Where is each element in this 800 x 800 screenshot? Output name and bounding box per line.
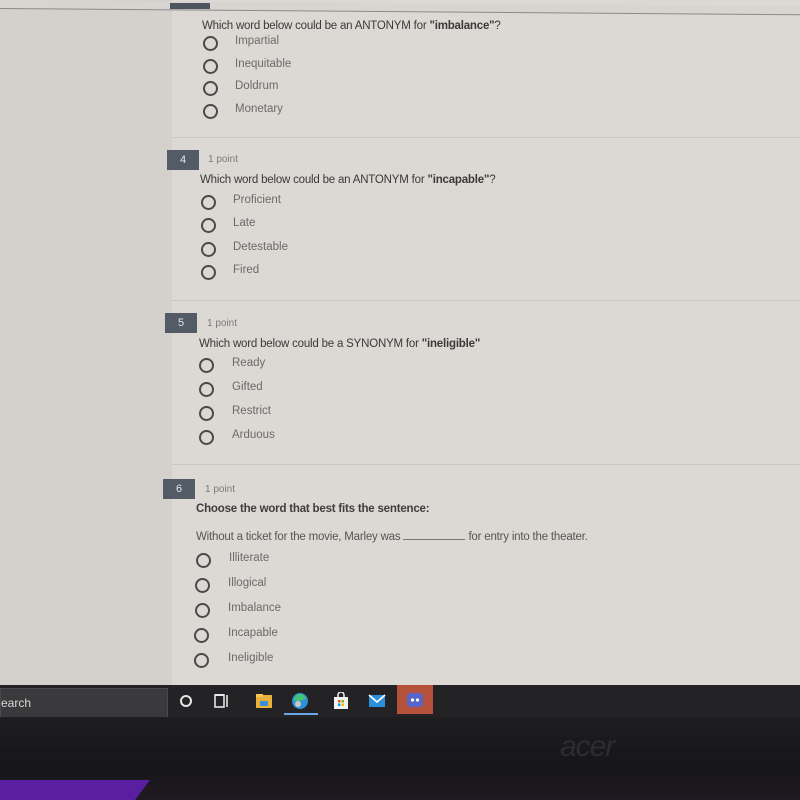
option-label: Arduous: [232, 429, 275, 441]
option-label: Late: [233, 217, 256, 229]
quiz-window: Which word below could be an ANTONYM for…: [0, 0, 800, 685]
option-label: Doldrum: [235, 80, 279, 92]
question-number-badge: 4: [167, 150, 199, 170]
task-view-icon[interactable]: [211, 690, 233, 712]
radio-button[interactable]: [199, 430, 214, 445]
radio-button[interactable]: [195, 603, 210, 618]
option-label: Impartial: [235, 35, 280, 47]
search-placeholder: earch: [1, 696, 32, 710]
option-label: Ineligible: [228, 652, 274, 664]
discord-icon[interactable]: [404, 689, 426, 711]
option-label: Monetary: [235, 103, 283, 115]
option-label: Gifted: [232, 381, 263, 393]
option-label: Imbalance: [228, 602, 282, 614]
radio-button[interactable]: [203, 81, 218, 96]
radio-button[interactable]: [203, 36, 218, 51]
radio-button[interactable]: [199, 406, 214, 421]
store-icon[interactable]: [330, 690, 352, 712]
prompt-text: Which word below could be an ANTONYM for: [202, 20, 430, 32]
taskbar-search-box[interactable]: earch: [0, 688, 168, 718]
radio-button[interactable]: [194, 628, 209, 643]
question-divider: [172, 464, 800, 465]
active-app-indicator: [284, 713, 318, 715]
desk-reflection: [0, 780, 150, 800]
question-badge-3: [170, 3, 210, 9]
radio-button[interactable]: [196, 553, 211, 568]
question-divider: [172, 137, 800, 138]
radio-button[interactable]: [201, 195, 216, 210]
option-label: Ready: [232, 357, 266, 369]
question-number-badge: 6: [163, 479, 195, 499]
sentence-blank: [403, 539, 466, 540]
edge-icon[interactable]: [289, 690, 311, 712]
option-label: Detestable: [233, 241, 288, 253]
sentence-before: Without a ticket for the movie, Marley w…: [196, 531, 401, 543]
option-label: Illogical: [228, 577, 267, 589]
question-3-prompt: Which word below could be an ANTONYM for…: [202, 20, 501, 32]
question-points: 1 point: [205, 484, 236, 495]
option-label: Restrict: [232, 405, 271, 417]
question-4-prompt: Which word below could be an ANTONYM for…: [200, 174, 496, 186]
question-points: 1 point: [207, 318, 238, 329]
left-margin-pane: [0, 0, 172, 685]
monitor-brand-logo: acer: [560, 730, 615, 763]
question-points: 1 point: [208, 154, 239, 165]
radio-button[interactable]: [201, 242, 216, 257]
option-label: Illiterate: [229, 552, 270, 564]
question-5-prompt: Which word below could be a SYNONYM for …: [199, 338, 480, 350]
cortana-icon[interactable]: [175, 690, 197, 712]
radio-button[interactable]: [201, 218, 216, 233]
radio-button[interactable]: [201, 265, 216, 280]
prompt-term: "incapable": [427, 174, 490, 186]
prompt-text: Which word below could be an ANTONYM for: [200, 174, 428, 186]
prompt-suffix: ?: [489, 174, 496, 186]
question-number-badge: 5: [165, 313, 197, 333]
radio-button[interactable]: [199, 358, 214, 373]
radio-button[interactable]: [203, 104, 218, 119]
option-label: Inequitable: [235, 58, 292, 70]
radio-button[interactable]: [194, 653, 209, 668]
radio-button[interactable]: [199, 382, 214, 397]
prompt-term: "imbalance": [429, 20, 495, 32]
radio-button[interactable]: [203, 59, 218, 74]
sentence-after: for entry into the theater.: [468, 531, 588, 543]
prompt-suffix: ?: [494, 20, 501, 32]
question-6-sentence: Without a ticket for the movie, Marley w…: [196, 531, 588, 543]
option-label: Incapable: [228, 627, 278, 639]
mail-icon[interactable]: [366, 690, 388, 712]
radio-button[interactable]: [195, 578, 210, 593]
file-explorer-icon[interactable]: [253, 690, 275, 712]
question-divider: [172, 300, 800, 301]
prompt-text: Which word below could be a SYNONYM for: [199, 338, 422, 350]
question-6-prompt: Choose the word that best fits the sente…: [196, 503, 430, 515]
option-label: Fired: [233, 264, 260, 276]
prompt-term: "ineligible": [421, 338, 481, 350]
option-label: Proficient: [233, 194, 281, 206]
